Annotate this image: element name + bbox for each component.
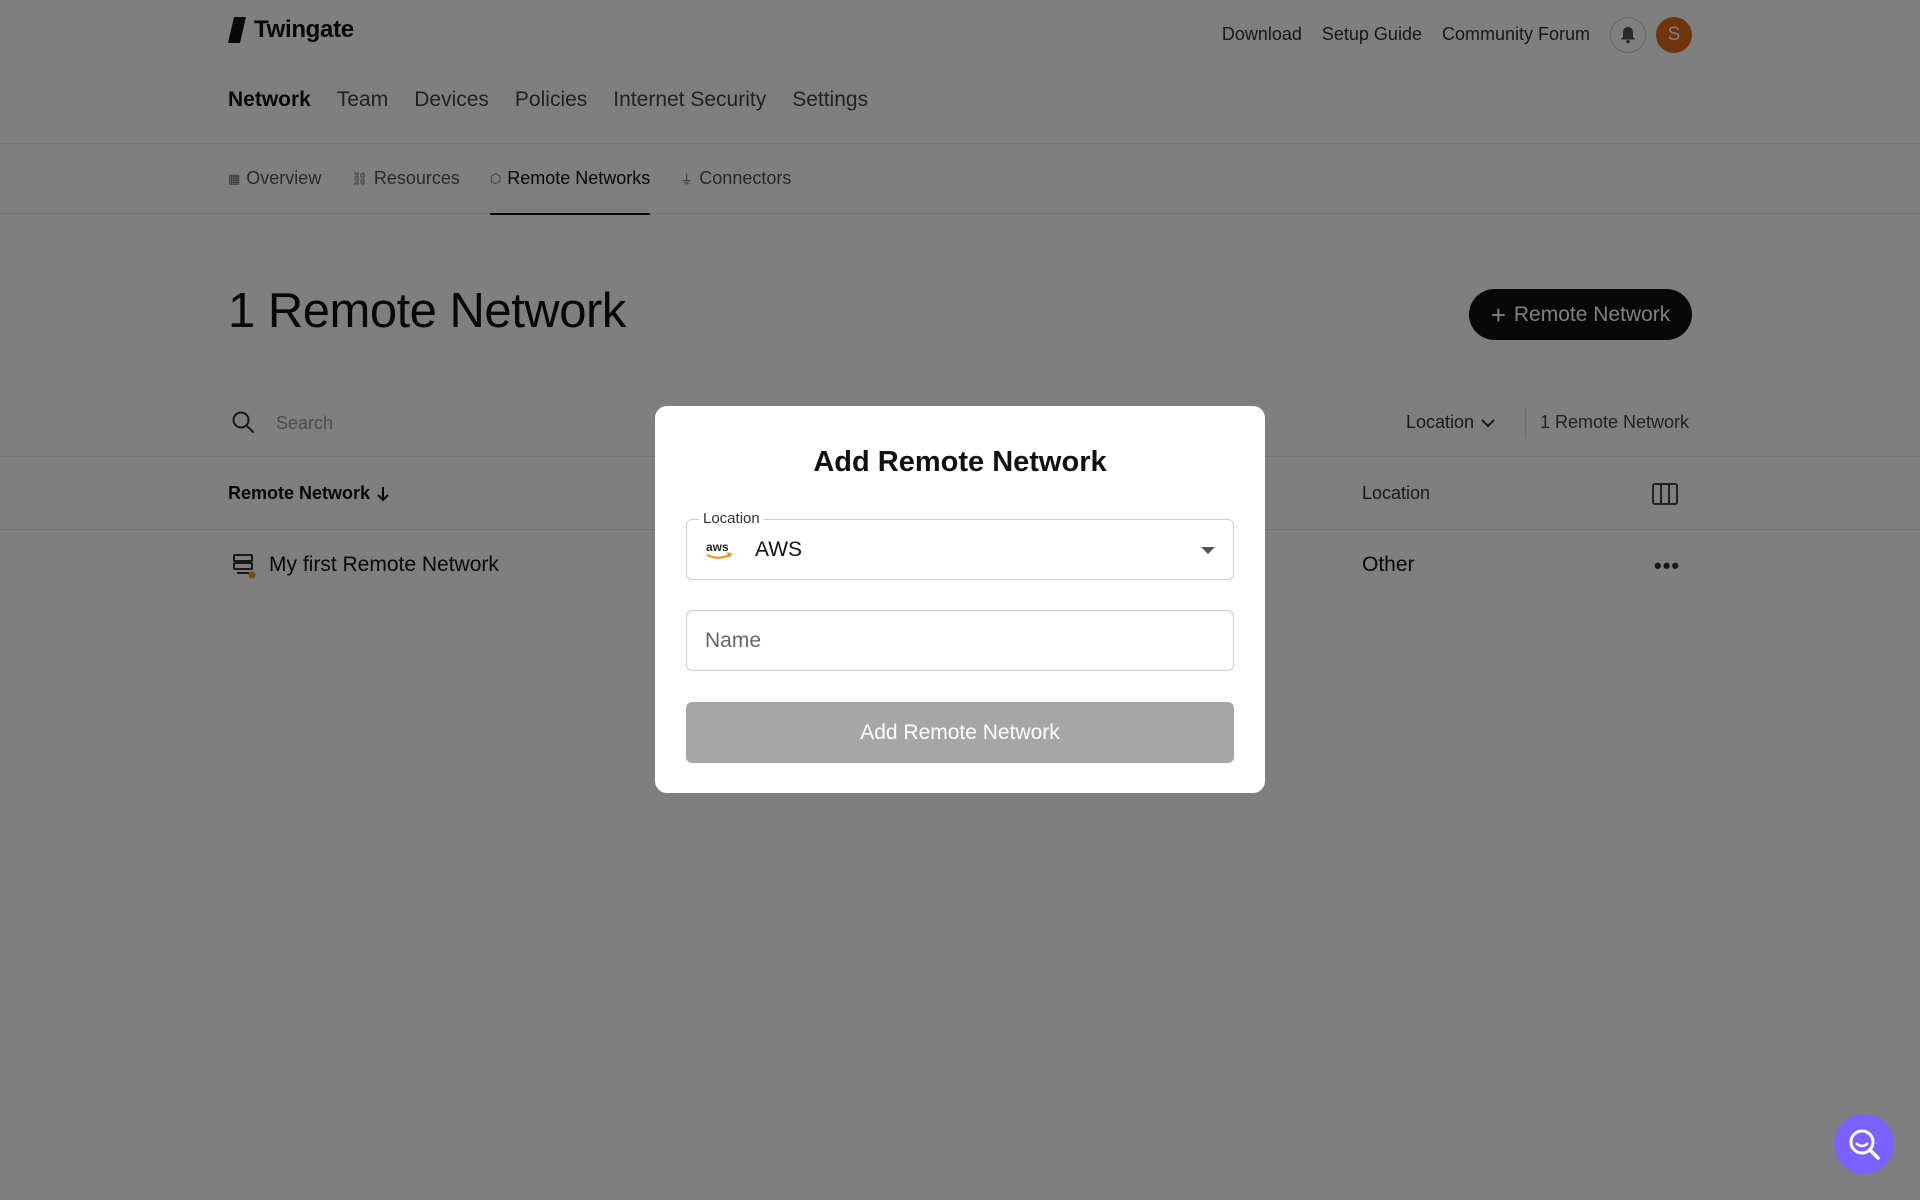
dropdown-caret-icon	[1201, 547, 1215, 554]
aws-logo: aws	[706, 540, 733, 559]
modal-title: Add Remote Network	[813, 446, 1107, 478]
add-remote-network-modal: Add Remote Network Location aws AWS Add …	[655, 406, 1265, 793]
help-button[interactable]	[1834, 1114, 1894, 1174]
add-remote-network-submit-button[interactable]: Add Remote Network	[686, 702, 1234, 763]
location-select[interactable]: Location aws AWS	[686, 510, 1234, 580]
name-input[interactable]	[688, 612, 1232, 669]
location-select-value: AWS	[755, 538, 803, 561]
app-page: Twingate Download Setup Guide Community …	[0, 0, 1920, 1200]
help-search-icon	[1849, 1129, 1880, 1160]
name-field[interactable]	[686, 610, 1234, 671]
aws-logo-text: aws	[706, 540, 729, 554]
location-field-label: Location	[699, 510, 764, 527]
